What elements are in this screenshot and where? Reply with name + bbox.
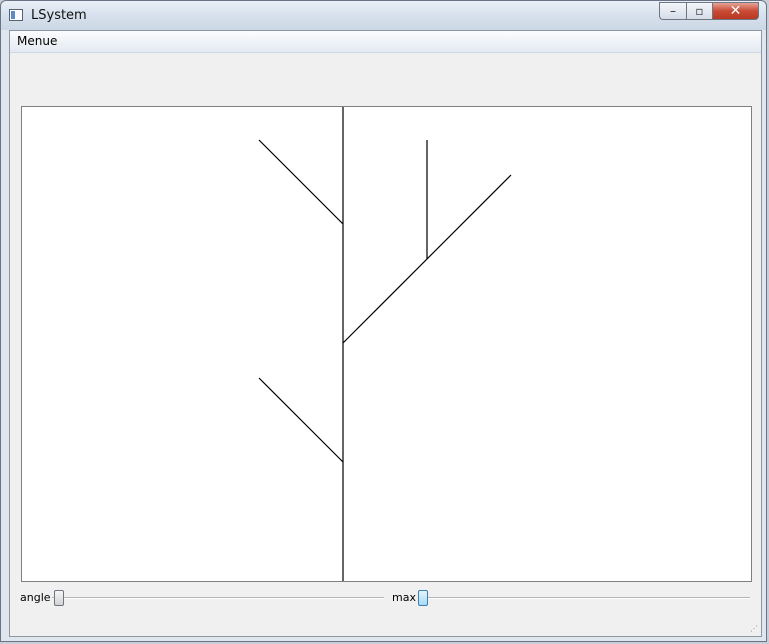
lsystem-drawing <box>258 107 512 581</box>
close-button[interactable]: ✕ <box>712 2 759 20</box>
close-icon: ✕ <box>729 3 742 19</box>
angle-slider-track[interactable] <box>52 597 384 599</box>
max-label: max <box>392 591 416 604</box>
client-area: Menue angle max ⋰ <box>9 30 762 637</box>
window-title: LSystem <box>31 8 87 23</box>
minimize-icon: – <box>670 4 676 18</box>
angle-slider[interactable] <box>52 588 384 608</box>
branch-lower-left <box>258 377 344 463</box>
max-slider[interactable] <box>418 588 750 608</box>
app-window: LSystem – ▫ ✕ Menue angle max ⋰ <box>0 0 767 642</box>
branch-upper-left <box>258 139 344 225</box>
max-slider-track[interactable] <box>418 597 750 599</box>
maximize-icon: ▫ <box>695 4 704 18</box>
window-controls: – ▫ ✕ <box>659 2 759 20</box>
angle-label: angle <box>20 591 51 604</box>
menu-item-menue[interactable]: Menue <box>17 34 57 48</box>
angle-slider-handle[interactable] <box>54 590 64 606</box>
resize-grip-icon[interactable]: ⋰ <box>750 625 759 634</box>
maximize-button[interactable]: ▫ <box>686 2 712 20</box>
menu-bar: Menue <box>10 31 761 53</box>
app-window-icon[interactable] <box>9 9 23 21</box>
minimize-button[interactable]: – <box>659 2 686 20</box>
max-slider-handle[interactable] <box>418 590 428 606</box>
title-bar[interactable]: LSystem – ▫ ✕ <box>1 1 766 30</box>
lsystem-drawing-canvas[interactable] <box>21 106 752 582</box>
